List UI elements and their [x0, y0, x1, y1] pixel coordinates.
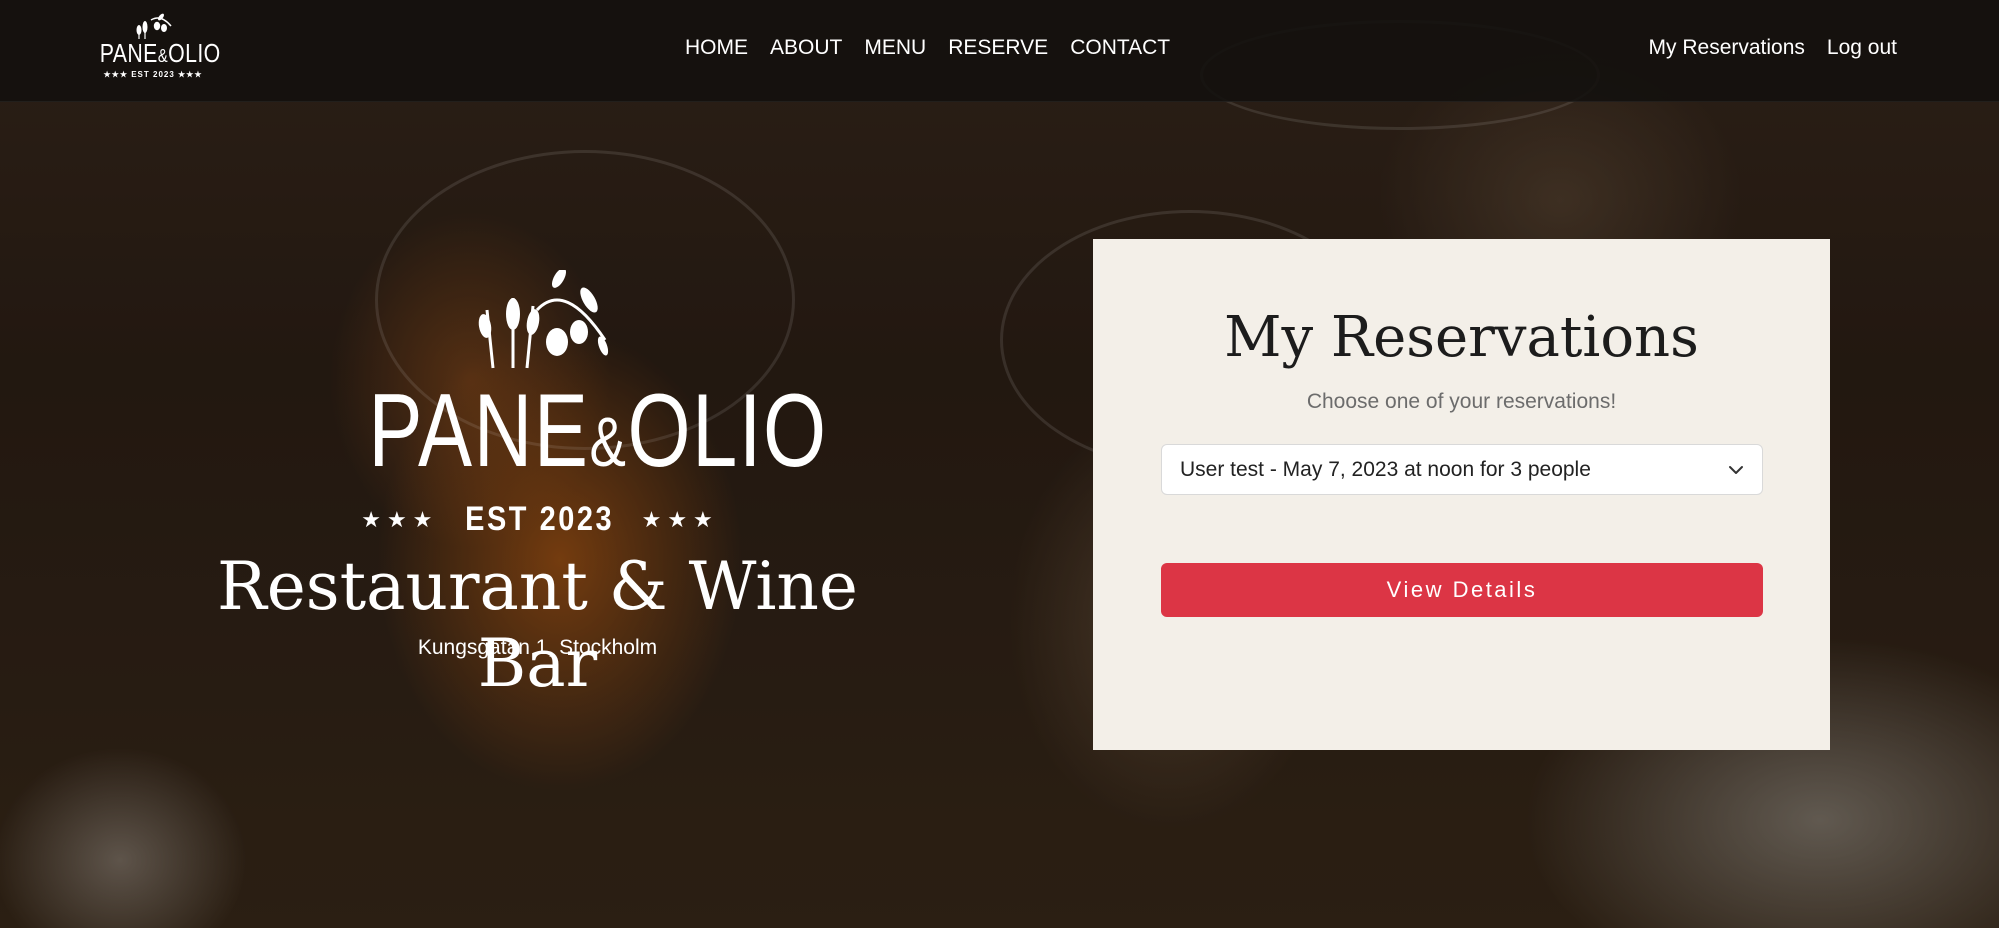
hero-address: Kungsgatan 1, Stockholm: [417, 636, 658, 659]
brand-name: PANE&OLIO: [99, 38, 221, 68]
nav-my-reservations[interactable]: My Reservations: [1649, 36, 1805, 60]
card-title: My Reservations: [1224, 305, 1699, 370]
top-navbar: PANE&OLIO ★★★ EST 2023 ★★★ HOME ABOUT ME…: [0, 0, 1999, 102]
reservation-select[interactable]: User test - May 7, 2023 at noon for 3 pe…: [1161, 444, 1763, 495]
nav-home[interactable]: HOME: [685, 36, 748, 60]
hero-logo: PANE&OLIO ★★★ EST 2023 ★★★: [320, 268, 828, 539]
hero-est-line: ★★★ EST 2023 ★★★: [320, 500, 760, 539]
view-details-button[interactable]: View Details: [1161, 563, 1763, 617]
account-nav: My Reservations Log out: [1649, 36, 1897, 60]
hero-title: Restaurant & Wine Bar: [217, 548, 858, 702]
est-text: EST 2023: [465, 500, 615, 538]
reservation-select-value: User test - May 7, 2023 at noon for 3 pe…: [1180, 457, 1591, 481]
brand-est: ★★★ EST 2023 ★★★: [103, 70, 203, 79]
nav-about[interactable]: ABOUT: [770, 36, 842, 60]
chevron-down-icon: [1729, 465, 1743, 474]
nav-reserve[interactable]: RESERVE: [948, 36, 1048, 60]
nav-log-out[interactable]: Log out: [1827, 36, 1897, 60]
wheat-olive-branch-icon: [136, 13, 172, 39]
brand-logo[interactable]: PANE&OLIO ★★★ EST 2023 ★★★: [88, 12, 221, 88]
nav-contact[interactable]: CONTACT: [1070, 36, 1170, 60]
wheat-olive-branch-icon: [478, 268, 609, 369]
reservations-card: My Reservations Choose one of your reser…: [1093, 239, 1830, 750]
main-nav: HOME ABOUT MENU RESERVE CONTACT: [685, 36, 1170, 60]
card-subtitle: Choose one of your reservations!: [1306, 390, 1617, 413]
stars-right: ★★★: [641, 506, 719, 532]
nav-menu[interactable]: MENU: [864, 36, 926, 60]
hero-logo-name: PANE&OLIO: [368, 373, 828, 489]
stars-left: ★★★: [361, 506, 439, 532]
